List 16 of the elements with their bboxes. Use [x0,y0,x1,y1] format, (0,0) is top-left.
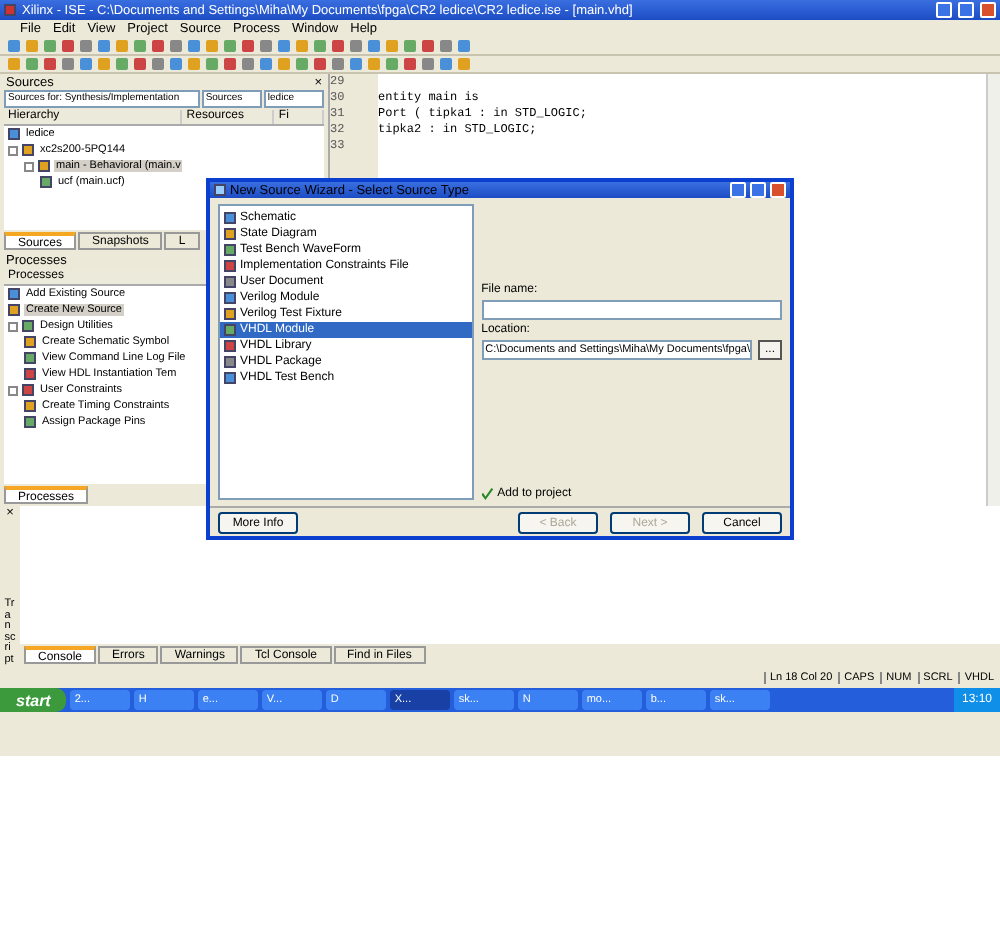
close-button[interactable] [770,182,786,198]
expand-toggle-icon[interactable] [8,321,18,331]
expand-toggle-icon[interactable] [8,145,18,155]
maximize-button[interactable] [958,2,974,18]
start-button[interactable]: start [0,688,67,712]
expand-toggle-icon[interactable] [24,161,34,171]
minimize-button[interactable] [730,182,746,198]
app-icon [214,184,226,196]
app-icon [4,4,16,16]
expand-toggle-icon[interactable] [8,385,18,395]
scrollbar[interactable] [986,74,1000,506]
checkbox[interactable] [481,488,494,500]
close-button[interactable] [980,2,996,18]
maximize-button[interactable] [750,182,766,198]
minimize-button[interactable] [936,2,952,18]
input-field[interactable] [481,300,782,320]
